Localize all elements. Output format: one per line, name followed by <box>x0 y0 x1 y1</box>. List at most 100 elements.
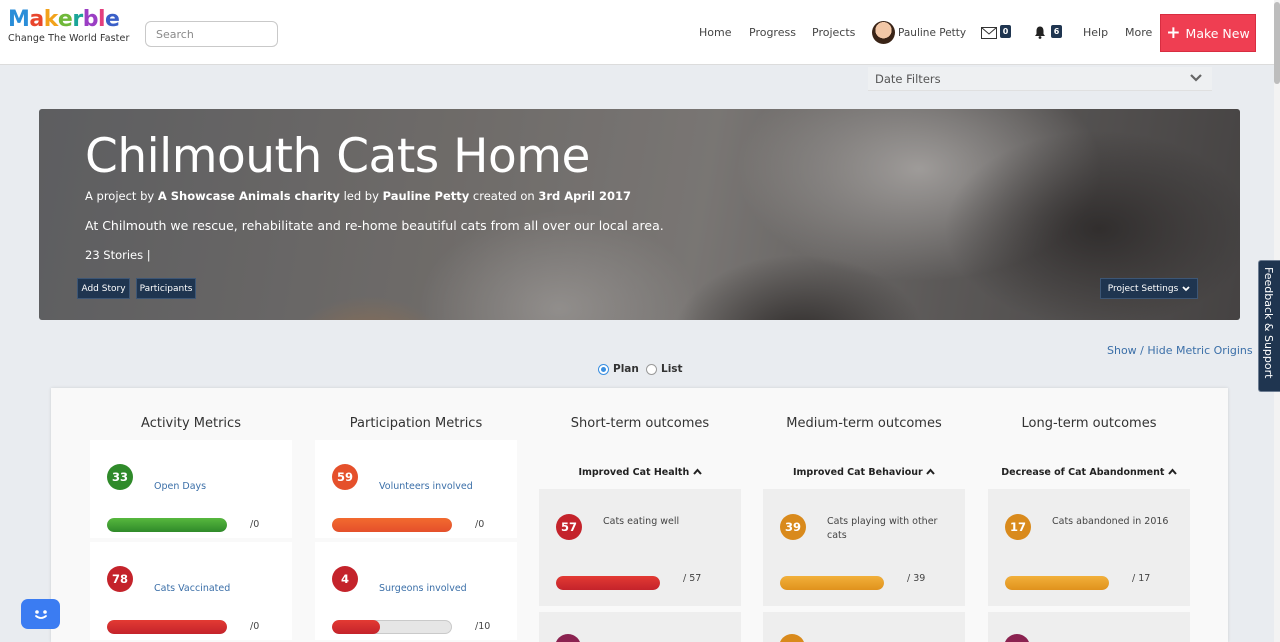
nav-progress[interactable]: Progress <box>749 26 796 39</box>
subheader-label: Improved Cat Health <box>578 467 690 478</box>
plan-label: Plan <box>613 363 639 375</box>
metric-target: /0 <box>250 519 260 530</box>
metric-target: /0 <box>250 621 260 632</box>
date-filters-dropdown[interactable]: Date Filters <box>868 67 1212 91</box>
subheader-improved-cat-behaviour[interactable]: Improved Cat Behaviour <box>763 467 965 478</box>
metric-progress-bar <box>556 576 660 590</box>
metric-value-circle: 39 <box>780 514 806 540</box>
metric-value-circle: 57 <box>556 514 582 540</box>
metric-target: / 17 <box>1132 573 1151 584</box>
subheader-improved-cat-health[interactable]: Improved Cat Health <box>539 467 741 478</box>
metric-card[interactable]: 33 Open Days/0 <box>90 440 292 538</box>
metric-card[interactable]: 78 Cats Vaccinated/0 <box>90 542 292 640</box>
metric-progress-bar <box>332 620 452 634</box>
byline-prefix: A project by <box>85 189 158 203</box>
column-title-short-term: Short-term outcomes <box>570 416 710 431</box>
list-radio-button[interactable] <box>646 363 657 375</box>
project-byline: A project by A Showcase Animals charity … <box>85 189 631 203</box>
nav-home[interactable]: Home <box>699 26 731 39</box>
metric-label: Cats playing with other cats <box>827 516 938 541</box>
metric-card[interactable] <box>539 612 741 642</box>
metric-progress-bar <box>107 620 227 634</box>
top-navigation-bar: Makerble Change The World Faster Home Pr… <box>0 0 1280 65</box>
logo-letter: b <box>82 7 99 32</box>
progress-bar-fill <box>556 576 660 590</box>
metric-progress-bar <box>332 518 452 532</box>
user-name[interactable]: Pauline Petty <box>898 27 966 39</box>
metric-value-circle: 33 <box>107 464 133 490</box>
logo-letter: a <box>29 7 44 32</box>
makerble-logo[interactable]: Makerble Change The World Faster <box>8 7 129 44</box>
metric-target: /10 <box>475 621 491 632</box>
metric-card[interactable]: 39 Cats playing with other cats / 39 <box>763 489 965 606</box>
logo-tagline: Change The World Faster <box>8 33 130 44</box>
search-input[interactable] <box>145 21 278 47</box>
notifications-count-badge: 6 <box>1051 25 1062 38</box>
byline-leader[interactable]: Pauline Petty <box>383 189 470 203</box>
list-view-radio[interactable]: List <box>646 363 683 375</box>
metric-progress-bar <box>780 576 884 590</box>
chat-bot-button[interactable] <box>21 599 60 629</box>
chevron-up-icon <box>926 468 935 475</box>
metric-label[interactable]: Surgeons involved <box>379 582 509 596</box>
metric-value-circle: 17 <box>1005 514 1031 540</box>
project-settings-button[interactable]: Project Settings <box>1100 278 1198 299</box>
bell-icon[interactable] <box>1034 26 1046 39</box>
participants-button[interactable]: Participants <box>136 278 196 299</box>
logo-wordmark: Makerble <box>8 7 129 33</box>
feedback-support-tab[interactable]: Feedback & Support <box>1258 260 1280 392</box>
metric-card[interactable]: 57 Cats eating well / 57 <box>539 489 741 606</box>
scrollbar-thumb[interactable] <box>1274 2 1280 84</box>
metric-label: Cats eating well <box>603 516 680 527</box>
metric-card[interactable]: 4 Surgeons involved/10 <box>315 542 517 640</box>
progress-bar-fill <box>332 518 452 532</box>
subheader-decrease-cat-abandonment[interactable]: Decrease of Cat Abandonment <box>988 467 1190 478</box>
progress-bar-fill <box>107 620 227 634</box>
byline-org[interactable]: A Showcase Animals charity <box>158 189 340 203</box>
byline-led: led by <box>339 189 383 203</box>
nav-help[interactable]: Help <box>1083 26 1108 39</box>
metric-target: / 39 <box>907 573 926 584</box>
metric-value-circle: 4 <box>332 566 358 592</box>
column-title-participation: Participation Metrics <box>349 416 483 431</box>
chevron-down-icon <box>1190 74 1202 82</box>
project-banner: Chilmouth Cats Home A project by A Showc… <box>39 109 1240 320</box>
plus-icon: + <box>1166 22 1181 43</box>
date-filters-label: Date Filters <box>875 72 941 86</box>
metric-label: Cats abandoned in 2016 <box>1052 516 1169 527</box>
add-story-button[interactable]: Add Story <box>77 278 130 299</box>
make-new-button[interactable]: + Make New <box>1160 14 1256 52</box>
stories-count[interactable]: 23 Stories | <box>85 248 151 262</box>
metric-label[interactable]: Open Days <box>154 480 284 494</box>
logo-letter: e <box>104 7 120 32</box>
show-hide-metric-origins-link[interactable]: Show / Hide Metric Origins <box>1107 344 1253 357</box>
column-title-long-term: Long-term outcomes <box>1021 416 1157 431</box>
logo-letter: k <box>43 7 59 32</box>
metric-label[interactable]: Cats Vaccinated <box>154 582 284 596</box>
nav-more[interactable]: More <box>1125 26 1152 39</box>
project-description: At Chilmouth we rescue, rehabilitate and… <box>85 218 664 233</box>
metric-target: / 57 <box>683 573 702 584</box>
envelope-icon[interactable] <box>981 27 997 39</box>
user-avatar[interactable] <box>872 21 895 44</box>
nav-projects[interactable]: Projects <box>812 26 855 39</box>
metric-card[interactable] <box>988 612 1190 642</box>
metric-card[interactable]: 59 Volunteers involved/0 <box>315 440 517 538</box>
subheader-label: Decrease of Cat Abandonment <box>1001 467 1165 478</box>
plan-radio-button[interactable] <box>598 363 609 375</box>
byline-date: 3rd April 2017 <box>538 189 631 203</box>
progress-bar-fill <box>107 518 227 532</box>
feedback-support-label: Feedback & Support <box>1262 267 1275 379</box>
metric-value-circle <box>1004 634 1030 642</box>
chevron-down-icon <box>1182 285 1190 291</box>
column-title-activity: Activity Metrics <box>141 416 241 431</box>
logo-letter: r <box>72 7 83 32</box>
chevron-up-icon <box>1167 468 1177 475</box>
metric-card[interactable]: 17 Cats abandoned in 2016 / 17 <box>988 489 1190 606</box>
metric-label[interactable]: Volunteers involved <box>379 480 509 494</box>
plan-view-radio[interactable]: Plan <box>598 363 639 375</box>
metric-value-circle: 59 <box>332 464 358 490</box>
progress-bar-fill <box>332 620 380 634</box>
robot-face-icon <box>30 606 51 622</box>
metric-card[interactable] <box>763 612 965 642</box>
